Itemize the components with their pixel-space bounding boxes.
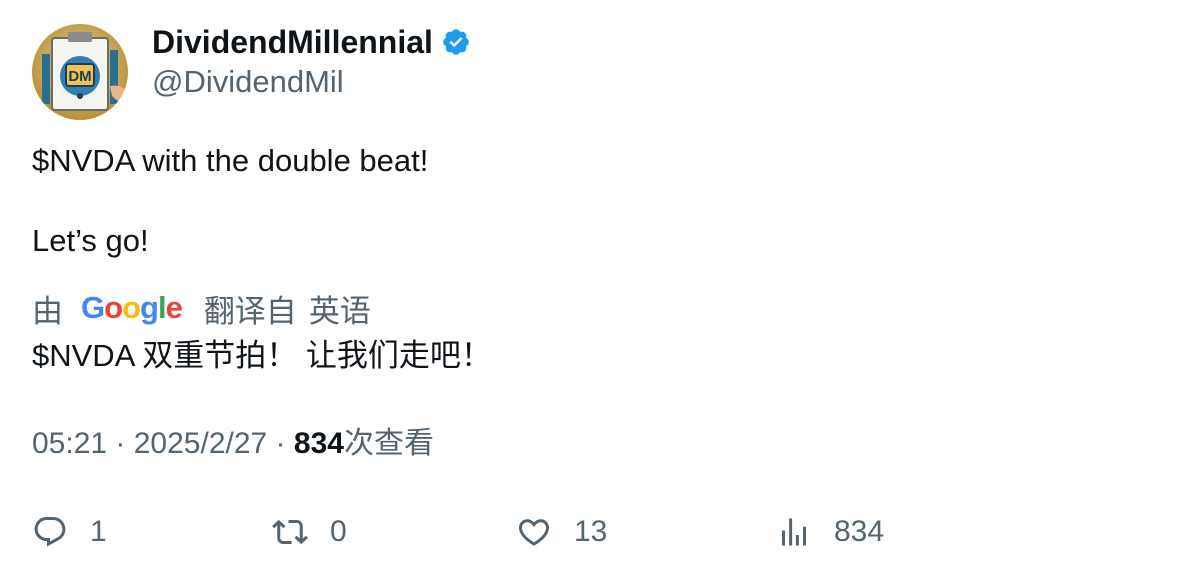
- retweet-icon: [272, 519, 308, 545]
- avatar-logo-text: DM: [68, 68, 91, 85]
- analytics-icon: [782, 518, 806, 546]
- views-button[interactable]: 834: [776, 510, 884, 554]
- meta-separator: ·: [267, 427, 294, 460]
- google-logo: Google: [81, 290, 183, 325]
- reply-icon: [34, 517, 66, 547]
- translated-by-label: 由: [32, 293, 63, 329]
- reply-count: 1: [90, 515, 107, 548]
- like-count: 13: [574, 515, 608, 548]
- author-handle[interactable]: @DividendMil: [152, 64, 344, 100]
- translated-from-label: 翻译自: [203, 293, 297, 329]
- tweet-date[interactable]: 2025/2/27: [134, 427, 267, 460]
- author-name[interactable]: DividendMillennial: [152, 24, 433, 60]
- tweet-text-line-2: Let’s go!: [32, 223, 149, 258]
- views-action-count: 834: [834, 515, 885, 548]
- translated-text: $NVDA 双重节拍！ 让我们走吧！: [32, 338, 492, 373]
- heart-icon: [518, 519, 550, 546]
- retweet-button[interactable]: 0: [272, 510, 347, 554]
- author-name-row[interactable]: DividendMillennial: [152, 24, 471, 60]
- retweet-count: 0: [330, 515, 347, 548]
- meta-separator: ·: [107, 427, 134, 460]
- reply-button[interactable]: 1: [32, 510, 107, 554]
- views-label: 次查看: [343, 427, 434, 460]
- translation-attribution[interactable]: 由 Google 翻译自 英语: [32, 288, 371, 329]
- tweet-time[interactable]: 05:21: [32, 427, 107, 460]
- tweet-text-line-1: $NVDA with the double beat!: [32, 143, 429, 178]
- tweet-meta: 05:21 · 2025/2/27 · 834次查看: [32, 424, 434, 464]
- source-language: 英语: [308, 293, 371, 329]
- like-button[interactable]: 13: [516, 510, 607, 554]
- avatar[interactable]: DM: [32, 24, 128, 120]
- views-count: 834: [293, 427, 344, 460]
- verified-badge-icon: [441, 27, 471, 57]
